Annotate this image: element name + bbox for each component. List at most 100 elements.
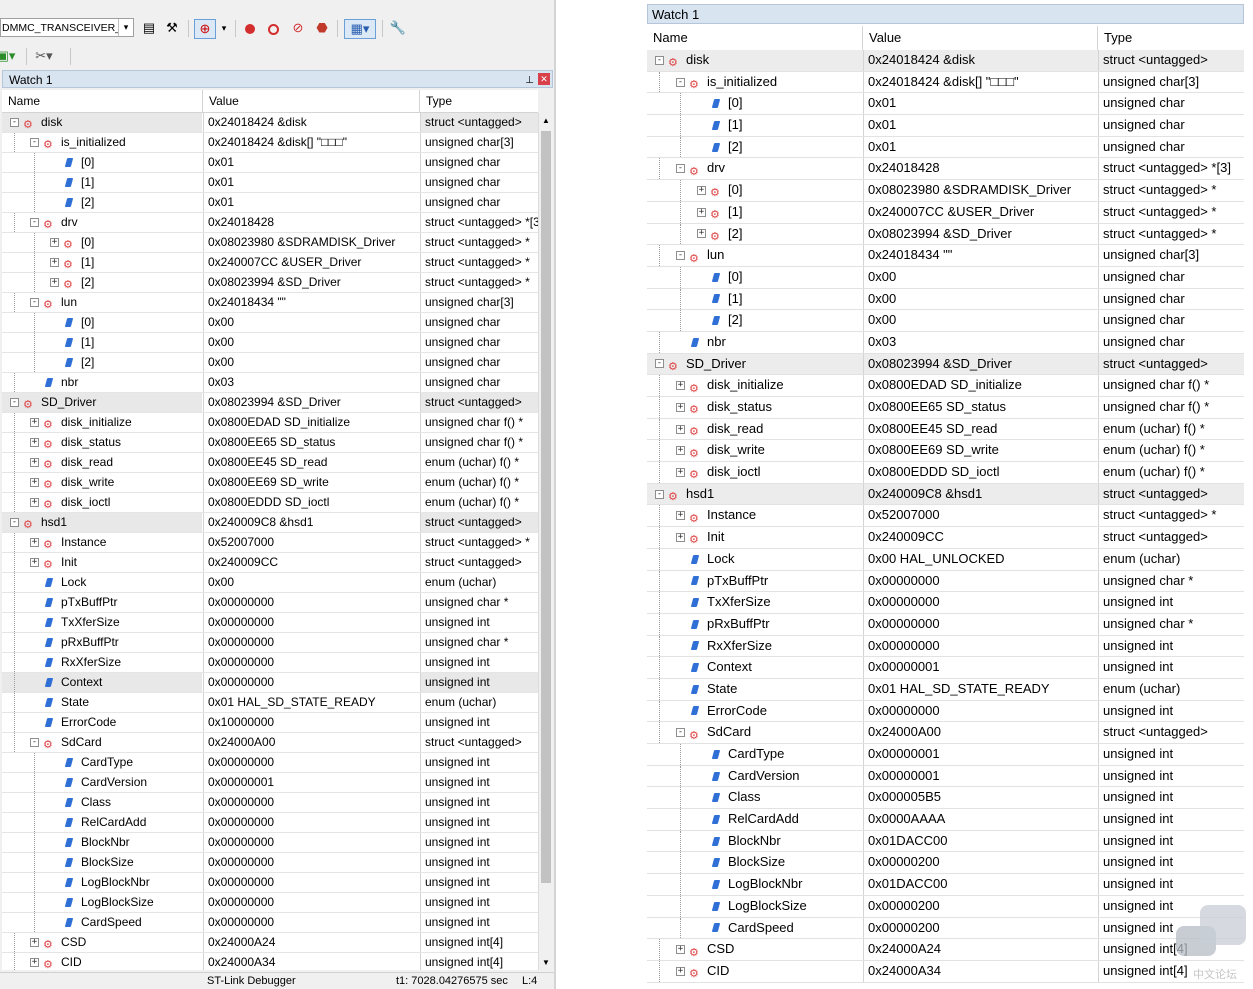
value-cell[interactable]: 0x52007000 [203, 533, 420, 552]
watch-row[interactable]: RelCardAdd 0x0000AAAA unsigned int [647, 809, 1244, 831]
collapse-icon[interactable]: - [655, 55, 664, 65]
pin-icon[interactable]: ⊥ [525, 72, 534, 90]
column-header-value[interactable]: Value [863, 26, 1098, 50]
value-cell[interactable]: 0x00 [203, 353, 420, 372]
watch-row[interactable]: LogBlockSize 0x00000200 unsigned int [647, 895, 1244, 918]
value-cell[interactable]: 0x00000000 [203, 913, 420, 932]
value-cell[interactable]: 0x24018424 &disk[] "□□□" [863, 71, 1098, 93]
value-cell[interactable]: 0x00000000 [863, 635, 1098, 657]
value-cell[interactable]: 0x00000200 [863, 917, 1098, 939]
value-cell[interactable]: 0x00 [863, 266, 1098, 288]
watch-row[interactable]: CardSpeed 0x00000200 unsigned int [647, 917, 1244, 940]
value-cell[interactable]: 0x24018424 &disk[] "□□□" [203, 133, 420, 152]
value-cell[interactable]: 0x03 [863, 331, 1098, 353]
watch-row[interactable]: [2] 0x00 unsigned char [2, 353, 538, 373]
watch-row[interactable]: State 0x01 HAL_SD_STATE_READY enum (uchar) [647, 678, 1244, 701]
watch-row[interactable]: LogBlockNbr 0x01DACC00 unsigned int [647, 874, 1244, 896]
tools-icon[interactable]: ✂▾ [34, 47, 54, 65]
watch-row[interactable]: [1] 0x00 unsigned char [2, 333, 538, 353]
watch-row[interactable]: ErrorCode 0x00000000 unsigned int [647, 700, 1244, 723]
value-cell[interactable]: 0x01DACC00 [863, 830, 1098, 852]
expand-icon[interactable]: + [676, 381, 685, 391]
watch-row[interactable]: + ⚙ disk_initialize 0x0800EDAD SD_initializ… [2, 413, 538, 433]
watch-row[interactable]: - ⚙ lun 0x24018434 "" unsigned char[3] [2, 293, 538, 313]
value-cell[interactable]: 0x24018428 [203, 213, 420, 232]
value-cell[interactable]: 0x0800EE45 SD_read [863, 418, 1098, 440]
watch-row[interactable]: - ⚙ hsd1 0x240009C8 &hsd1 struct <untagged> [2, 513, 538, 533]
watch-row[interactable]: + ⚙ disk_status 0x0800EE65 SD_status unsigne… [2, 433, 538, 453]
watch-row[interactable]: - ⚙ SD_Driver 0x08023994 &SD_Driver struct <… [2, 393, 538, 413]
expand-icon[interactable]: + [30, 418, 39, 427]
watch-row[interactable]: [2] 0x01 unsigned char [2, 193, 538, 213]
collapse-icon[interactable]: - [30, 298, 39, 307]
watch-row[interactable]: + ⚙ Instance 0x52007000 struct <untagged> * [2, 533, 538, 553]
settings-run-icon[interactable]: ⚒ [162, 19, 182, 37]
value-cell[interactable]: 0x24018434 "" [863, 245, 1098, 266]
value-cell[interactable]: 0x00000000 [203, 593, 420, 612]
value-cell[interactable]: 0x08023980 &SDRAMDISK_Driver [203, 233, 420, 252]
watch-row[interactable]: + ⚙ [2] 0x08023994 &SD_Driver struct <untagg… [2, 273, 538, 293]
expand-icon[interactable]: + [50, 238, 59, 247]
watch-row[interactable]: - ⚙ is_initialized 0x24018424 &disk[] "□□□"… [2, 133, 538, 153]
value-cell[interactable]: 0x00 [203, 573, 420, 592]
column-header-name[interactable]: Name [2, 90, 203, 112]
watch-row[interactable]: [1] 0x01 unsigned char [2, 173, 538, 193]
watch-row[interactable]: [0] 0x00 unsigned char [2, 313, 538, 333]
watch-row[interactable]: BlockNbr 0x00000000 unsigned int [2, 833, 538, 853]
value-cell[interactable]: 0x24000A24 [203, 933, 420, 952]
column-header-type[interactable]: Type [1098, 26, 1244, 50]
expand-icon[interactable]: + [30, 498, 39, 507]
expand-icon[interactable]: + [676, 402, 685, 412]
value-cell[interactable]: 0x24000A34 [863, 960, 1098, 982]
watch-row[interactable]: - ⚙ SD_Driver 0x08023994 &SD_Driver struct <… [647, 353, 1244, 376]
wrench-icon[interactable]: 🔧 [388, 19, 408, 37]
value-cell[interactable]: 0x00000001 [863, 744, 1098, 765]
value-cell[interactable]: 0x00000000 [203, 613, 420, 632]
watch-row[interactable]: Context 0x00000000 unsigned int [2, 673, 538, 693]
value-cell[interactable]: 0x24000A24 [863, 939, 1098, 960]
value-cell[interactable]: 0x00000000 [203, 833, 420, 852]
expand-icon[interactable]: + [676, 446, 685, 456]
watch-row[interactable]: + ⚙ disk_status 0x0800EE65 SD_status unsigne… [647, 397, 1244, 419]
collapse-icon[interactable]: - [30, 138, 39, 147]
value-cell[interactable]: 0x240009C8 &hsd1 [863, 483, 1098, 505]
value-cell[interactable]: 0x24000A00 [203, 733, 420, 752]
collapse-icon[interactable]: - [10, 118, 19, 127]
watch-row[interactable]: State 0x01 HAL_SD_STATE_READY enum (uchar) [2, 693, 538, 713]
watch-row[interactable]: - ⚙ hsd1 0x240009C8 &hsd1 struct <untagged> [647, 483, 1244, 506]
collapse-icon[interactable]: - [655, 359, 664, 369]
value-cell[interactable]: 0x24018428 [863, 158, 1098, 180]
watch-row[interactable]: pTxBuffPtr 0x00000000 unsigned char * [647, 570, 1244, 593]
expand-icon[interactable]: + [30, 538, 39, 547]
watch-row[interactable]: - ⚙ lun 0x24018434 "" unsigned char[3] [647, 245, 1244, 267]
watch-row[interactable]: - ⚙ disk 0x24018424 &disk struct <untagged> [2, 113, 538, 133]
value-cell[interactable]: 0x0800EE65 SD_status [203, 433, 420, 452]
value-cell[interactable]: 0x240007CC &USER_Driver [203, 253, 420, 272]
value-cell[interactable]: 0x00000000 [203, 633, 420, 652]
value-cell[interactable]: 0x52007000 [863, 505, 1098, 527]
value-cell[interactable]: 0x240009CC [203, 553, 420, 572]
watch-row[interactable]: - ⚙ drv 0x24018428 struct <untagged> *[3] [647, 158, 1244, 181]
collapse-icon[interactable]: - [655, 489, 664, 499]
watch-row[interactable]: TxXferSize 0x00000000 unsigned int [647, 592, 1244, 614]
watch-row[interactable]: [2] 0x00 unsigned char [647, 310, 1244, 332]
expand-icon[interactable]: + [30, 478, 39, 487]
value-cell[interactable]: 0x00 [863, 310, 1098, 331]
value-cell[interactable]: 0x01 HAL_SD_STATE_READY [203, 693, 420, 712]
value-cell[interactable]: 0x240007CC &USER_Driver [863, 201, 1098, 223]
watch-row[interactable]: pRxBuffPtr 0x00000000 unsigned char * [647, 613, 1244, 636]
value-cell[interactable]: 0x00000000 [203, 673, 420, 692]
watch-row[interactable]: RelCardAdd 0x00000000 unsigned int [2, 813, 538, 833]
value-cell[interactable]: 0x0800EDAD SD_initialize [203, 413, 420, 432]
scroll-up-icon[interactable]: ▲ [542, 116, 550, 125]
expand-icon[interactable]: + [30, 438, 39, 447]
collapse-icon[interactable]: - [10, 398, 19, 407]
watch-row[interactable]: Class 0x00000000 unsigned int [2, 793, 538, 813]
value-cell[interactable]: 0x24018434 "" [203, 293, 420, 312]
value-cell[interactable]: 0x00000000 [203, 753, 420, 772]
value-cell[interactable]: 0x08023994 &SD_Driver [863, 353, 1098, 375]
value-cell[interactable]: 0x08023994 &SD_Driver [203, 393, 420, 412]
watch-row[interactable]: + ⚙ disk_read 0x0800EE45 SD_read enum (uchar… [2, 453, 538, 473]
watch-row[interactable]: + ⚙ [2] 0x08023994 &SD_Driver struct <untagg… [647, 223, 1244, 246]
watch-row[interactable]: ErrorCode 0x10000000 unsigned int [2, 713, 538, 733]
